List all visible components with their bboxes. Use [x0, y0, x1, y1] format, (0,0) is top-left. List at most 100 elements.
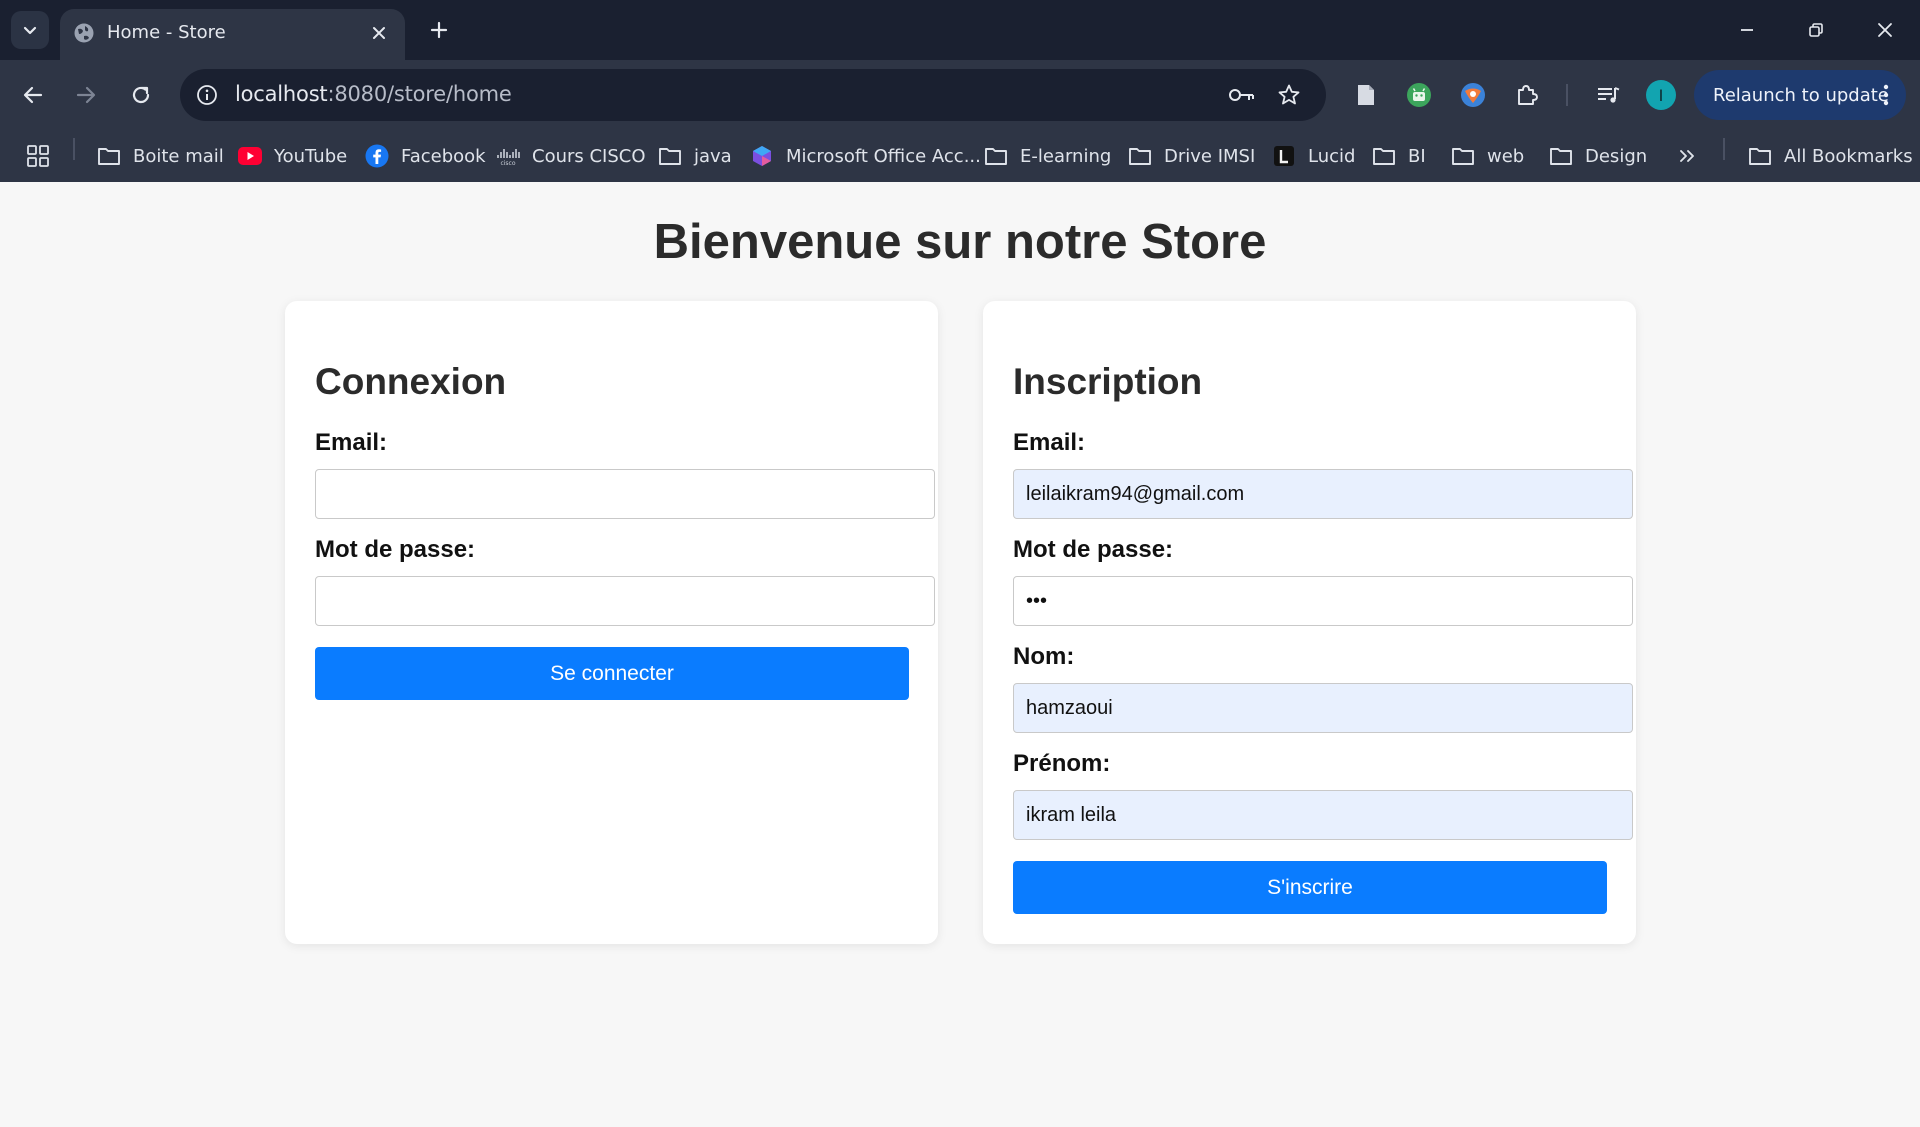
- bookmark-e-learning[interactable]: E-learning: [984, 140, 1111, 172]
- register-prenom-input[interactable]: [1013, 790, 1633, 840]
- bookmark-label: BI: [1408, 145, 1426, 167]
- tab-title: Home - Store: [107, 22, 226, 43]
- bookmark-label: Microsoft Office Acc...: [786, 145, 981, 167]
- android-icon: [1407, 83, 1431, 107]
- restore-button[interactable]: [1793, 12, 1839, 48]
- bookmark-label: YouTube: [274, 145, 348, 167]
- folder-icon: [1550, 148, 1572, 165]
- bookmarks-divider: [1723, 138, 1725, 160]
- tab-search-button[interactable]: [11, 11, 49, 49]
- bookmark-youtube[interactable]: YouTube: [238, 140, 347, 172]
- extension-colorful-button[interactable]: [1456, 78, 1490, 112]
- extension-android-button[interactable]: [1402, 78, 1436, 112]
- login-card: Connexion Email: Mot de passe: Se connec…: [285, 301, 938, 944]
- url-path: :8080/store/home: [327, 82, 512, 106]
- chevron-double-right-icon: [1680, 150, 1694, 162]
- relaunch-label: Relaunch to update: [1713, 84, 1889, 106]
- site-info-button[interactable]: [192, 80, 222, 110]
- register-submit-button[interactable]: S'inscrire: [1013, 861, 1607, 914]
- login-heading: Connexion: [315, 361, 507, 402]
- folder-icon: [985, 148, 1007, 165]
- bookmark-label: E-learning: [1020, 145, 1112, 167]
- login-password-label: Mot de passe:: [315, 536, 476, 563]
- bookmark-microsoft-office[interactable]: Microsoft Office Acc...: [750, 140, 981, 172]
- bookmark-lucid[interactable]: Lucid: [1272, 140, 1355, 172]
- url-host: localhost: [235, 82, 328, 106]
- login-email-label: Email:: [315, 429, 388, 456]
- minimize-button[interactable]: [1724, 12, 1770, 48]
- register-email-label: Email:: [1013, 429, 1086, 456]
- bookmark-design[interactable]: Design: [1549, 140, 1647, 172]
- new-tab-button[interactable]: [423, 14, 455, 46]
- profile-avatar[interactable]: I: [1646, 80, 1676, 110]
- arrow-right-icon: [76, 86, 96, 104]
- bookmark-java[interactable]: java: [658, 140, 732, 172]
- bookmark-drive-imsi[interactable]: Drive IMSI: [1128, 140, 1255, 172]
- register-heading: Inscription: [1013, 361, 1203, 402]
- login-password-input[interactable]: [315, 576, 935, 626]
- restore-icon: [1809, 23, 1823, 37]
- bookmark-label: Boite mail: [133, 145, 224, 167]
- bookmark-web[interactable]: web: [1451, 140, 1524, 172]
- browser-chrome: Home - Store localhost:8080/store/home I…: [0, 0, 1920, 182]
- forward-button[interactable]: [67, 76, 105, 114]
- bookmark-facebook[interactable]: Facebook: [365, 140, 486, 172]
- minimize-icon: [1741, 29, 1753, 31]
- bookmarks-divider: [73, 138, 75, 160]
- apps-grid-icon: [27, 145, 49, 167]
- register-password-label: Mot de passe:: [1013, 536, 1174, 563]
- apps-button[interactable]: [26, 140, 50, 172]
- bookmark-label: Facebook: [401, 145, 486, 167]
- svg-text:cisco: cisco: [500, 160, 515, 166]
- tab-active[interactable]: Home - Store: [60, 9, 405, 60]
- folder-icon: [1749, 148, 1771, 165]
- reload-button[interactable]: [122, 76, 160, 114]
- folder-icon: [1452, 148, 1474, 165]
- folder-icon: [1373, 148, 1395, 165]
- password-manager-button[interactable]: [1227, 80, 1257, 110]
- puzzle-icon: [1518, 85, 1538, 105]
- bookmark-star-button[interactable]: [1274, 80, 1304, 110]
- tab-strip: Home - Store: [0, 0, 1920, 60]
- document-icon: [1358, 85, 1374, 105]
- plus-icon: [430, 21, 448, 39]
- login-email-input[interactable]: [315, 469, 935, 519]
- all-bookmarks-label: All Bookmarks: [1784, 145, 1913, 167]
- bookmarks-bar: Boite mail YouTube Facebook cisco Cours …: [0, 130, 1920, 182]
- close-icon: [373, 27, 385, 39]
- relaunch-button[interactable]: Relaunch to update: [1694, 70, 1906, 120]
- page-title: Bienvenue sur notre Store: [653, 215, 1267, 269]
- register-prenom-label: Prénom:: [1013, 750, 1111, 777]
- back-button[interactable]: [14, 76, 52, 114]
- key-icon: [1229, 89, 1254, 101]
- login-submit-button[interactable]: Se connecter: [315, 647, 909, 700]
- extension-logo-icon: [1461, 83, 1485, 107]
- media-controls-button[interactable]: [1591, 78, 1625, 112]
- tab-close-button[interactable]: [367, 21, 391, 45]
- register-card: Inscription Email: Mot de passe: Nom: Pr…: [983, 301, 1636, 944]
- page-content: Bienvenue sur notre Store Connexion Emai…: [0, 182, 1920, 1127]
- youtube-icon: [238, 147, 262, 165]
- bookmark-label: java: [694, 145, 732, 167]
- bookmark-label: Lucid: [1308, 145, 1356, 167]
- bookmarks-overflow-button[interactable]: [1677, 140, 1697, 172]
- bookmark-boite-mail[interactable]: Boite mail: [97, 140, 224, 172]
- register-email-input[interactable]: [1013, 469, 1633, 519]
- address-bar[interactable]: localhost:8080/store/home: [180, 69, 1326, 121]
- bookmark-bi[interactable]: BI: [1372, 140, 1426, 172]
- all-bookmarks-button[interactable]: All Bookmarks: [1748, 140, 1913, 172]
- bookmark-cours-cisco[interactable]: cisco Cours CISCO: [496, 140, 646, 172]
- bookmark-label: Design: [1585, 145, 1648, 167]
- register-nom-input[interactable]: [1013, 683, 1633, 733]
- reading-mode-button[interactable]: [1349, 78, 1383, 112]
- kebab-menu-icon: [1883, 84, 1889, 106]
- register-password-input[interactable]: [1013, 576, 1633, 626]
- arrow-left-icon: [23, 86, 43, 104]
- folder-icon: [659, 148, 681, 165]
- close-window-button[interactable]: [1862, 12, 1908, 48]
- toolbar-divider: [1566, 84, 1568, 106]
- extensions-button[interactable]: [1510, 78, 1544, 112]
- lucid-icon: [1274, 146, 1294, 166]
- folder-icon: [1129, 148, 1151, 165]
- toolbar: localhost:8080/store/home I Relaunch to …: [0, 60, 1920, 130]
